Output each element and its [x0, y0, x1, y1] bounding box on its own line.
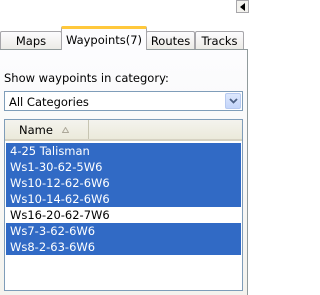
waypoints-panel: Show waypoints in category: All Categori… [0, 49, 248, 295]
tab-routes[interactable]: Routes [146, 31, 195, 49]
list-item[interactable]: Ws1-30-62-5W6 [6, 159, 241, 175]
tab-waypoints[interactable]: Waypoints(7) [61, 26, 147, 50]
tab-scroll-left-button[interactable] [236, 0, 249, 13]
tab-routes-label: Routes [150, 33, 191, 48]
tab-waypoints-label: Waypoints(7) [65, 32, 143, 47]
sort-ascending-icon [61, 126, 69, 133]
tab-tracks[interactable]: Tracks [195, 31, 244, 49]
tab-tracks-label: Tracks [201, 33, 238, 48]
waypoints-list[interactable]: Name 4-25 Talisman Ws1-30-62-5W6 Ws10-12… [4, 119, 243, 291]
list-item[interactable]: Ws7-3-62-6W6 [6, 223, 241, 239]
tab-maps[interactable]: Maps [0, 31, 62, 49]
tab-maps-label: Maps [15, 33, 47, 48]
chevron-down-icon [228, 98, 238, 104]
list-item[interactable]: Ws10-14-62-6W6 [6, 191, 241, 207]
list-header: Name [5, 120, 242, 141]
category-select[interactable]: All Categories [4, 91, 243, 111]
category-label: Show waypoints in category: [4, 71, 169, 85]
waypoints-window: Maps Waypoints(7) Routes Tracks Show way… [0, 0, 249, 295]
list-item[interactable]: Ws10-12-62-6W6 [6, 175, 241, 191]
list-item[interactable]: 4-25 Talisman [6, 143, 241, 159]
list-item[interactable]: Ws16-20-62-7W6 [6, 207, 241, 223]
column-header-name-label: Name [19, 122, 53, 137]
list-item[interactable]: Ws8-2-63-6W6 [6, 239, 241, 255]
category-dropdown-button[interactable] [225, 93, 241, 109]
list-rows: 4-25 Talisman Ws1-30-62-5W6 Ws10-12-62-6… [6, 143, 241, 255]
column-header-name[interactable]: Name [5, 120, 89, 139]
category-select-value: All Categories [9, 95, 89, 109]
triangle-left-icon [240, 2, 245, 11]
tab-strip: Maps Waypoints(7) Routes Tracks [0, 26, 249, 50]
